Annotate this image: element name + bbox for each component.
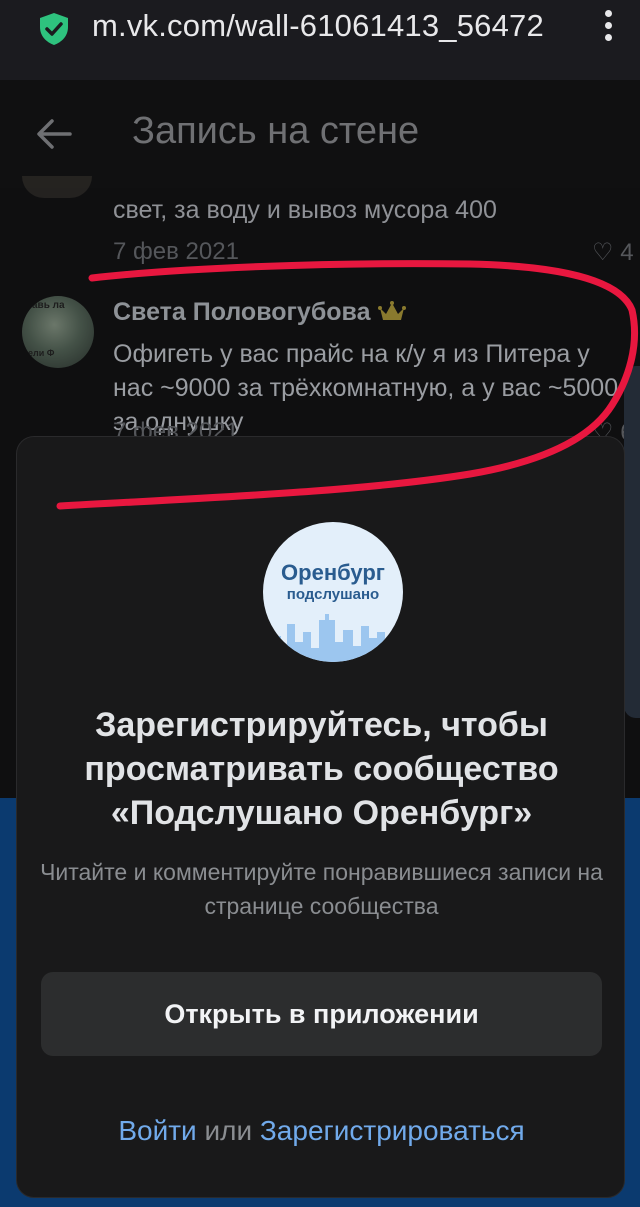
modal-subtitle: Читайте и комментируйте понравившиеся за… <box>40 859 603 919</box>
back-arrow-icon[interactable] <box>34 114 74 154</box>
open-in-app-button[interactable]: Открыть в приложении <box>41 972 602 1056</box>
browser-url-bar[interactable]: m.vk.com/wall-61061413_56472 <box>0 0 640 80</box>
group-avatar: Оренбург подслушано <box>263 522 403 662</box>
page-title: Запись на стене <box>132 110 420 152</box>
signup-modal: Оренбург подслушано Зарегистрируйтесь, ч… <box>16 436 625 1198</box>
url-text[interactable]: m.vk.com/wall-61061413_56472 <box>92 8 584 44</box>
group-avatar-subtitle: подслушано <box>286 586 380 603</box>
like-button[interactable]: ♡ 4 <box>592 238 634 267</box>
heart-icon: ♡ <box>592 239 614 266</box>
comment-author[interactable]: Света Половогубова <box>113 298 370 327</box>
shield-check-icon <box>40 13 68 45</box>
login-link[interactable]: Войти <box>118 1115 196 1146</box>
auth-links: Войти или Зарегистрироваться <box>17 1115 626 1147</box>
avatar[interactable] <box>22 176 92 198</box>
modal-title: Зарегистрируйтесь, чтобы просматривать с… <box>84 706 559 832</box>
group-avatar-title: Оренбург <box>281 560 385 585</box>
comment-date: 7 фев 2021 <box>113 238 239 265</box>
scrollbar[interactable] <box>624 366 640 718</box>
avatar-caption-bottom: ели Ф <box>28 348 55 358</box>
register-link[interactable]: Зарегистрироваться <box>260 1115 525 1146</box>
comment-text: свет, за воду и вывоз мусора 400 <box>113 196 497 224</box>
or-text: или <box>204 1115 253 1146</box>
crown-icon <box>378 301 407 320</box>
more-vertical-icon[interactable] <box>598 10 618 50</box>
like-count: 4 <box>620 239 634 266</box>
avatar[interactable]: авь ла ели Ф <box>22 296 94 368</box>
page-header: Запись на стене <box>0 80 640 188</box>
avatar-caption-top: авь ла <box>32 300 65 311</box>
city-skyline-icon <box>263 614 403 662</box>
